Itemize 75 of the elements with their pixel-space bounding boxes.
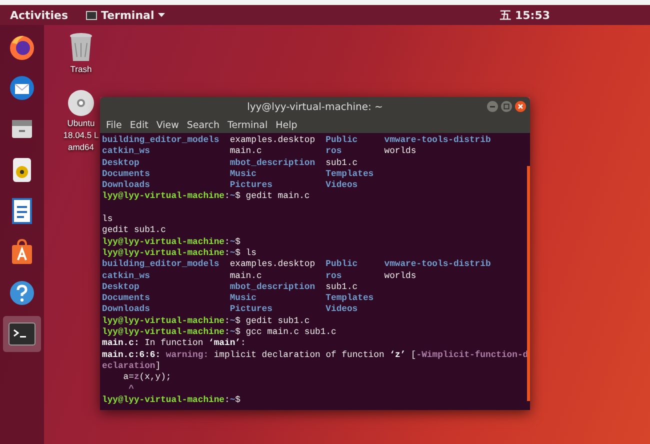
folder-entry: Public bbox=[326, 135, 359, 146]
close-icon[interactable] bbox=[515, 101, 526, 112]
window-title: lyy@lyy-virtual-machine: ~ bbox=[247, 102, 383, 112]
folder-entry: Templates bbox=[326, 168, 375, 180]
file-entry: examples.desktop bbox=[230, 259, 316, 271]
icon-label[interactable]: Ubuntu bbox=[67, 118, 95, 129]
folder-entry: mbot_description bbox=[230, 282, 316, 294]
folder-entry: vmware-tools-distrib bbox=[384, 259, 492, 271]
caret-icon bbox=[158, 13, 166, 17]
menu-item[interactable]: Help bbox=[276, 120, 298, 130]
speaker-icon bbox=[10, 156, 34, 184]
file-entry: worlds bbox=[384, 146, 418, 158]
activities-button[interactable]: Activities bbox=[10, 8, 68, 22]
terminal-line: a=z(x,y); bbox=[122, 372, 172, 384]
folder-entry: Pictures bbox=[230, 180, 274, 192]
help-icon bbox=[8, 279, 36, 307]
shopping-bag-icon bbox=[9, 238, 35, 266]
disc-icon bbox=[67, 89, 95, 117]
menu-item[interactable]: View bbox=[156, 120, 179, 130]
terminal-line: lyy@lyy-virtual-machine:~$ bbox=[102, 236, 242, 248]
terminal-line: gedit sub1.c bbox=[102, 225, 167, 237]
folder-entry: mbot_description bbox=[230, 158, 316, 169]
file-entry: examples.desktop bbox=[230, 135, 316, 146]
terminal-icon bbox=[8, 322, 36, 346]
folder-entry: Documents bbox=[102, 168, 151, 180]
folder-entry: vmware-tools-distrib bbox=[384, 135, 492, 146]
icon-label[interactable]: 18.04.5 L bbox=[63, 130, 99, 141]
file-entry: sub1.c bbox=[326, 158, 359, 169]
folder-entry: Desktop bbox=[102, 158, 140, 169]
folder-entry: Downloads bbox=[102, 304, 151, 316]
menu-item[interactable]: Terminal bbox=[228, 120, 268, 130]
terminal-icon bbox=[86, 10, 98, 20]
folder-entry: Desktop bbox=[102, 282, 140, 294]
terminal-line: lyy@lyy-virtual-machine:~$ ls bbox=[102, 248, 258, 260]
folder-entry: Videos bbox=[326, 304, 359, 316]
folder-entry: Pictures bbox=[230, 304, 274, 316]
file-entry: main.c bbox=[230, 270, 263, 282]
document-icon bbox=[10, 197, 34, 225]
firefox-icon bbox=[8, 33, 36, 61]
folder-entry: catkin_ws bbox=[102, 270, 151, 282]
folder-entry: ros bbox=[326, 146, 343, 158]
terminal-line: lyy@lyy-virtual-machine:~$ bbox=[102, 394, 242, 406]
terminal-line: lyy@lyy-virtual-machine:~$ gedit sub1.c bbox=[102, 316, 311, 328]
folder-entry: Music bbox=[230, 168, 258, 180]
terminal-line: eclaration] bbox=[102, 360, 162, 372]
scrollbar-thumb[interactable] bbox=[527, 166, 530, 401]
folder-entry: Public bbox=[326, 259, 359, 271]
minimize-icon[interactable] bbox=[487, 101, 498, 112]
folder-entry: ros bbox=[326, 270, 343, 282]
terminal-line: lyy@lyy-virtual-machine:~$ gedit main.c bbox=[102, 191, 311, 203]
trash-icon bbox=[68, 31, 94, 63]
menu-item[interactable]: Search bbox=[186, 120, 220, 130]
menu-item[interactable]: File bbox=[106, 120, 122, 130]
envelope-icon bbox=[8, 74, 36, 102]
folder-entry: Templates bbox=[326, 293, 375, 304]
terminal-line: main.c:6:6: warning: implicit declaration of function ‘z’ [-Wimplicit-function-d bbox=[102, 350, 530, 361]
terminal-line: ls bbox=[102, 214, 114, 226]
terminal-line: ^ bbox=[128, 384, 135, 395]
clock[interactable]: 五 15:53 bbox=[500, 8, 550, 22]
folder-entry: Downloads bbox=[102, 180, 151, 192]
folder-entry: Videos bbox=[326, 180, 359, 192]
app-menu[interactable]: Terminal bbox=[86, 8, 166, 22]
folder-entry: building_editor_models bbox=[102, 259, 220, 271]
folder-entry: Music bbox=[230, 293, 258, 304]
icon-label[interactable]: amd64 bbox=[68, 142, 94, 153]
terminal-line: lyy@lyy-virtual-machine:~$ gcc main.c sub1.c bbox=[102, 327, 338, 338]
folder-entry: building_editor_models bbox=[102, 135, 220, 146]
terminal-line: main.c: In function ‘main’: bbox=[102, 338, 247, 350]
menu-item[interactable]: Edit bbox=[130, 120, 148, 130]
folder-entry: Documents bbox=[102, 293, 151, 304]
folder-entry: catkin_ws bbox=[102, 146, 151, 158]
icon-label[interactable]: Trash bbox=[70, 64, 92, 75]
file-entry: sub1.c bbox=[326, 282, 359, 294]
file-entry: worlds bbox=[384, 270, 418, 282]
file-entry: main.c bbox=[230, 146, 263, 158]
